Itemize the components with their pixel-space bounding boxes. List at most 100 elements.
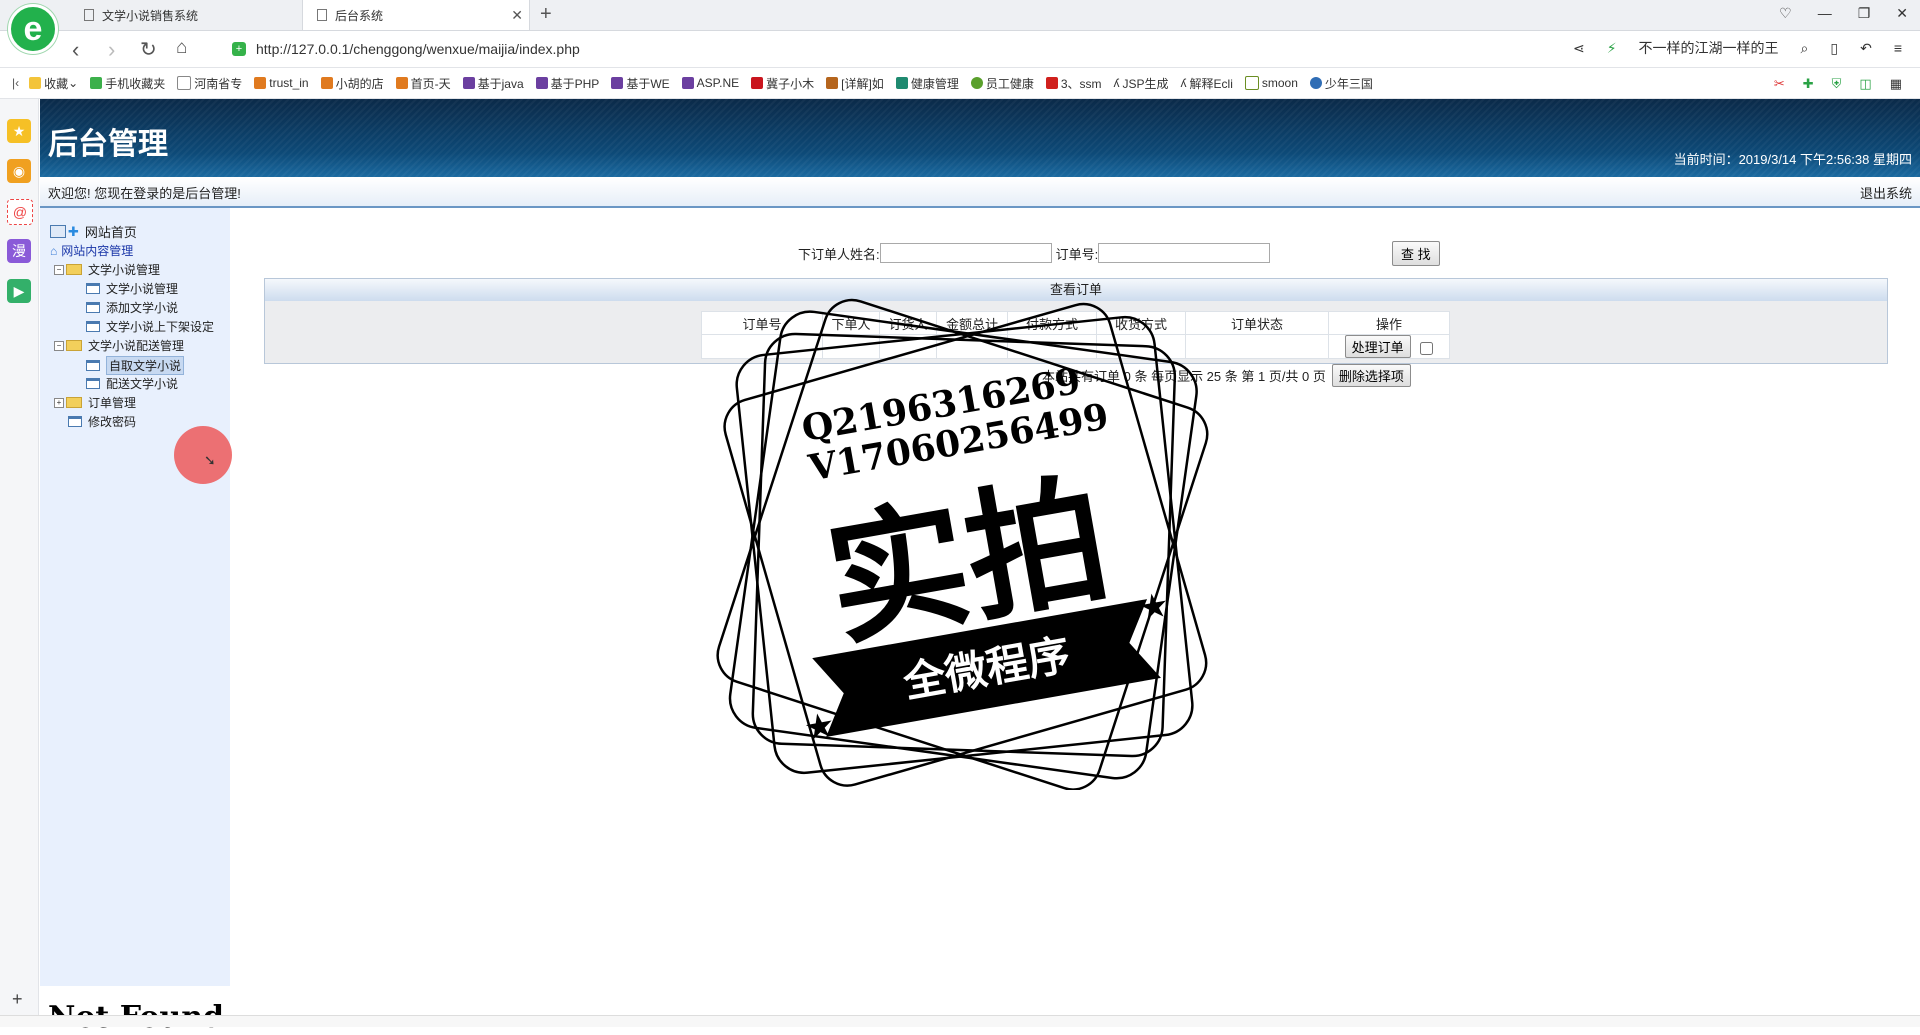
page-title: 后台管理 (48, 127, 168, 162)
url-text: http://127.0.0.1/chenggong/wenxue/maijia… (256, 41, 580, 57)
tab-novel-sales[interactable]: 文学小说销售系统 (70, 0, 300, 30)
close-window-button[interactable]: ✕ (1896, 5, 1908, 22)
tree-home[interactable]: ✚ 网站首页 (50, 222, 137, 241)
search-engine-text[interactable]: 不一样的江湖一样的王 (1639, 38, 1779, 58)
delete-selected-button[interactable]: 删除选择项 (1331, 364, 1411, 387)
forward-button[interactable]: › (108, 37, 115, 63)
folder-open-icon (66, 340, 82, 351)
skin-icon[interactable]: ♡ (1779, 5, 1792, 22)
shield-check-icon[interactable]: ⛨ (1832, 76, 1842, 92)
bookmark-item[interactable]: 健康管理 (895, 75, 959, 92)
mobile-icon[interactable]: ▯ (1830, 40, 1838, 57)
tree-delivery-mgmt[interactable]: − 文学小说配送管理 (54, 337, 184, 354)
order-number-input[interactable] (1098, 243, 1271, 263)
undo-icon[interactable]: ↶ (1860, 40, 1872, 57)
bookmark-item[interactable]: 3、ssm (1045, 75, 1102, 92)
tree-order-mgmt[interactable]: + 订单管理 (54, 394, 136, 411)
bookmark-item[interactable]: trust_in (254, 76, 309, 90)
extension-icon[interactable]: ✚ (1803, 76, 1814, 92)
site-icon (611, 77, 624, 89)
address-bar: ‹ › ↻ ⌂ + http://127.0.0.1/chenggong/wen… (0, 31, 1920, 68)
bookmark-item[interactable]: ʎ JSP生成 (1114, 75, 1169, 92)
bookmark-item[interactable]: 基于java (462, 75, 524, 92)
bookmark-item[interactable]: 河南省专 (177, 75, 242, 92)
taobao-icon (395, 77, 408, 89)
phone-icon (90, 77, 103, 89)
folder-open-icon (66, 264, 82, 275)
tab-admin[interactable]: 后台系统 ✕ (302, 0, 530, 30)
computer-icon (50, 225, 66, 238)
taobao-icon (320, 77, 333, 89)
globe-plus-icon: ✚ (68, 223, 79, 239)
health-icon (895, 77, 908, 89)
apps-icon[interactable]: ▦ (1890, 76, 1902, 92)
bookmark-item[interactable]: 冀子小木 (751, 75, 814, 92)
bookmark-item[interactable]: 基于PHP (535, 75, 599, 92)
bookmark-item[interactable]: 少年三国 (1309, 75, 1373, 92)
select-checkbox[interactable] (1420, 342, 1434, 356)
mail-icon[interactable]: @ (7, 199, 33, 225)
bookmark-item[interactable]: 员工健康 (970, 75, 1034, 92)
star-icon: ★ (801, 706, 838, 749)
logout-link[interactable]: 退出系统 (1860, 183, 1912, 202)
tree-novel-mgmt[interactable]: − 文学小说管理 (54, 261, 160, 278)
favorites-star-icon[interactable]: ★ (7, 119, 31, 143)
pointer-icon: ➘ (204, 452, 216, 468)
bookmark-item[interactable]: smoon (1244, 76, 1298, 90)
tree-self-pickup[interactable]: 自取文学小说 (86, 356, 185, 375)
weibo-icon[interactable]: ◉ (7, 159, 31, 183)
process-order-button[interactable]: 处理订单 (1344, 335, 1411, 358)
menu-icon[interactable]: ≡ (1894, 40, 1902, 56)
page-icon (86, 302, 100, 313)
tree-delivery[interactable]: 配送文学小说 (86, 375, 178, 392)
home-button[interactable]: ⌂ (176, 37, 187, 59)
minimize-button[interactable]: — (1818, 5, 1832, 22)
c-icon (1045, 77, 1058, 89)
video-icon[interactable]: ▶ (7, 279, 31, 303)
orderer-name-label: 下订单人姓名: (798, 246, 880, 262)
url-field[interactable]: + http://127.0.0.1/chenggong/wenxue/maij… (232, 35, 1512, 63)
bottom-frame: Not Found (40, 986, 1920, 1035)
browser-logo[interactable]: e (8, 4, 58, 54)
bookmark-item[interactable]: 小胡的店 (320, 75, 384, 92)
lightning-icon[interactable]: ⚡ (1607, 40, 1617, 57)
page-icon (86, 360, 100, 371)
tree-novel-list[interactable]: 文学小说管理 (86, 280, 178, 297)
close-tab-icon[interactable]: ✕ (511, 7, 523, 24)
collapse-sidebar-icon[interactable]: |‹ (12, 76, 19, 90)
site-icon (681, 77, 694, 89)
gamepad-icon[interactable]: ◫ (1859, 76, 1871, 92)
bookmark-item[interactable]: 收藏 ⌄ (29, 75, 78, 92)
bookmark-item[interactable]: 手机收藏夹 (90, 75, 165, 92)
house-icon: ⌂ (50, 243, 58, 258)
comic-icon[interactable]: 漫 (7, 239, 31, 263)
collapse-icon: − (54, 340, 64, 351)
restore-button[interactable]: ❐ (1858, 5, 1871, 22)
share-icon[interactable]: ⋖ (1573, 40, 1585, 57)
back-button[interactable]: ‹ (72, 37, 79, 63)
shield-icon: + (232, 42, 246, 56)
tree-content-mgmt[interactable]: ⌂ 网站内容管理 (50, 242, 133, 259)
paw-icon: ʎ (1180, 76, 1187, 90)
tree-change-pwd[interactable]: 修改密码 (68, 413, 136, 430)
page-icon (86, 378, 100, 389)
bookmark-item[interactable]: 基于WE (611, 75, 670, 92)
bookmark-item[interactable]: ʎ 解释Ecli (1181, 75, 1233, 92)
search-button[interactable]: 查 找 (1392, 241, 1440, 266)
tree-novel-add[interactable]: 添加文学小说 (86, 299, 178, 316)
baidu-icon (1309, 77, 1322, 89)
search-icon[interactable]: ⌕ (1801, 40, 1809, 57)
image-icon (1244, 76, 1259, 90)
add-sidebar-icon[interactable]: + (12, 989, 23, 1010)
tab-label: 文学小说销售系统 (102, 8, 199, 23)
scissors-icon[interactable]: ✂ (1774, 76, 1785, 92)
bookmark-item[interactable]: 首页-天 (395, 75, 451, 92)
bookmark-item[interactable]: ASP.NE (681, 76, 739, 90)
new-tab-button[interactable]: + (540, 3, 552, 26)
orderer-name-input[interactable] (879, 243, 1052, 263)
tree-novel-shelf[interactable]: 文学小说上下架设定 (86, 318, 214, 335)
collapse-icon: − (54, 264, 64, 275)
folder-icon (66, 397, 82, 408)
reload-button[interactable]: ↻ (140, 37, 157, 62)
bookmark-item[interactable]: [详解]如 (826, 75, 884, 92)
